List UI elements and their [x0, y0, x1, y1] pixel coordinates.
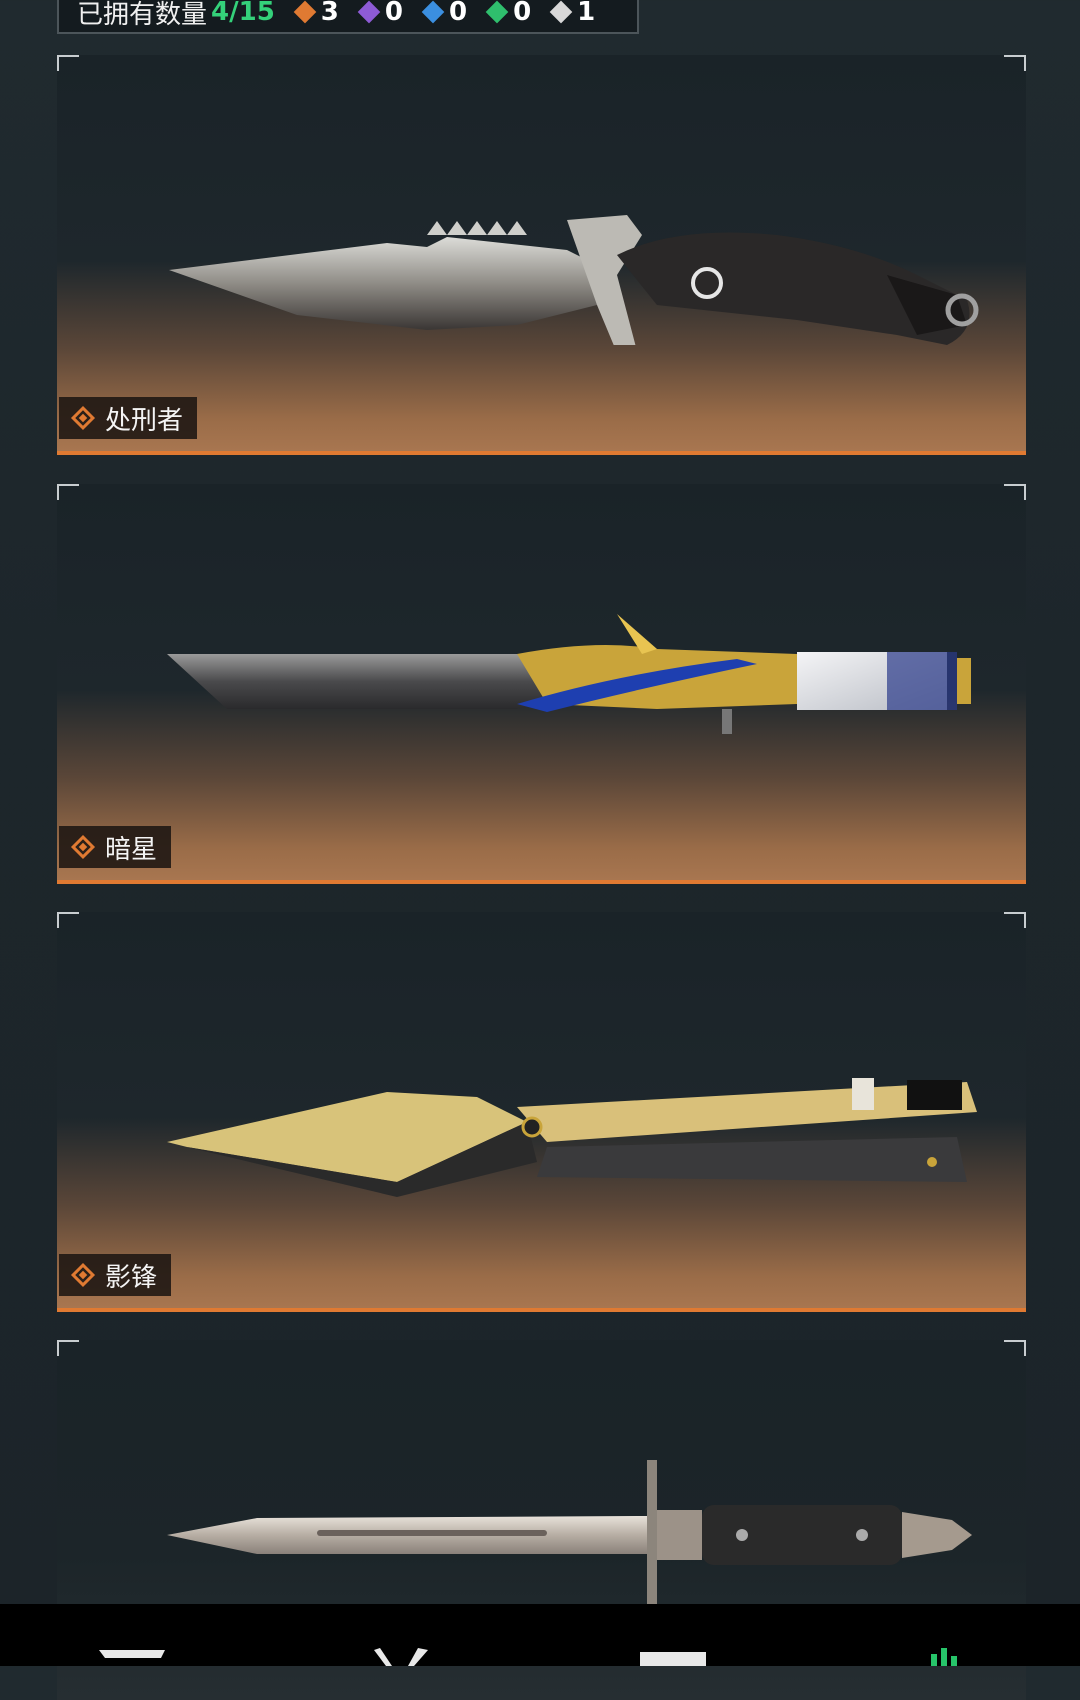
rarity-emblem-icon	[70, 834, 96, 860]
card-corner	[57, 484, 79, 500]
knife-name-badge: 影锋	[59, 1254, 172, 1296]
card-corner	[1004, 484, 1026, 500]
knife-name-badge: 处刑者	[59, 397, 198, 439]
owned-label: 已拥有数量	[77, 0, 208, 30]
card-corner	[1004, 912, 1026, 928]
owned-count: 4/15	[211, 0, 275, 27]
card-corner	[57, 1340, 79, 1356]
knife-name: 处刑者	[105, 405, 184, 436]
rarity-emblem-icon	[70, 1262, 96, 1288]
knife-card-dark-star[interactable]: 暗星	[57, 484, 1026, 884]
tools-icon[interactable]	[370, 1646, 440, 1666]
rarity-green-count: 0	[485, 0, 532, 27]
rarity-orange-count: 3	[293, 0, 339, 27]
shadow-blade-knife-image	[167, 1078, 977, 1197]
card-corner	[1004, 1340, 1026, 1356]
white-gem-icon	[549, 0, 573, 24]
knife-name-badge: 暗星	[59, 826, 172, 868]
executioner-knife-image	[169, 215, 979, 345]
white-count-value: 1	[577, 0, 596, 27]
knife-card-shadow-blade[interactable]: 影锋	[57, 912, 1026, 1312]
card-corner	[1004, 55, 1026, 71]
rarity-emblem-icon	[70, 405, 96, 431]
purple-gem-icon	[357, 0, 381, 24]
dark-star-knife-image	[167, 614, 971, 734]
orange-gem-icon	[293, 0, 317, 24]
rarity-purple-count: 0	[357, 0, 403, 27]
knife-name: 暗星	[105, 834, 158, 865]
upload-icon[interactable]	[636, 1646, 710, 1666]
owned-count-bar: 已拥有数量 4/15 3 0 0 0 1	[57, 0, 639, 34]
purple-count-value: 0	[384, 0, 403, 27]
card-corner	[57, 55, 79, 71]
card-corner	[57, 912, 79, 928]
rarity-blue-count: 0	[421, 0, 468, 27]
green-gem-icon	[485, 0, 509, 24]
orange-count-value: 3	[320, 0, 339, 27]
blue-gem-icon	[421, 0, 445, 24]
green-count-value: 0	[513, 0, 532, 27]
knife-name: 影锋	[105, 1262, 158, 1293]
filter-icon[interactable]	[95, 1646, 169, 1666]
stats-icon[interactable]	[925, 1646, 965, 1666]
bottom-nav-bar	[0, 1604, 1080, 1666]
rarity-white-count: 1	[549, 0, 596, 27]
blue-count-value: 0	[448, 0, 468, 27]
knife-card-executioner[interactable]: 处刑者	[57, 55, 1026, 455]
